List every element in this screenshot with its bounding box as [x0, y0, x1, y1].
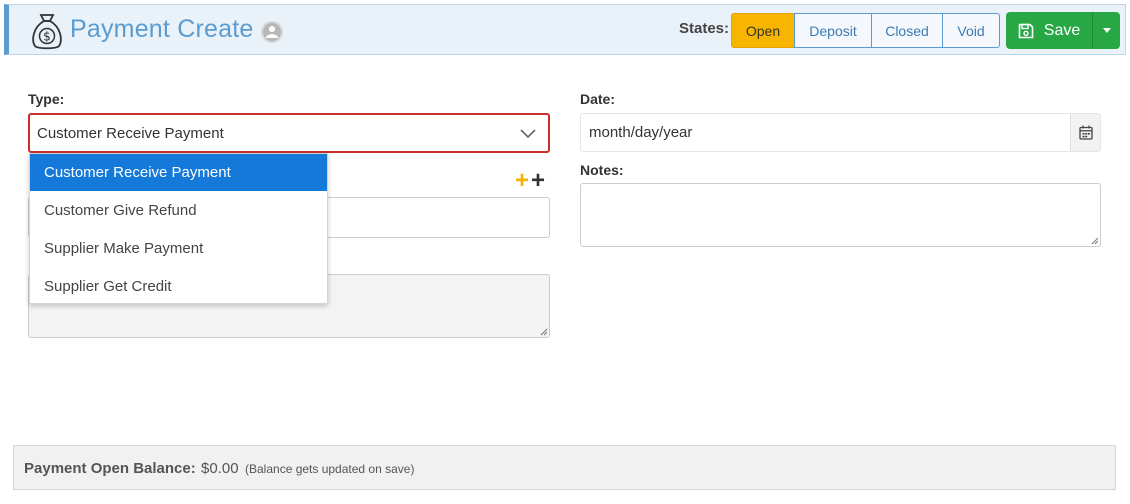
page-header: $ Payment Create States: Open Deposit Cl… — [4, 4, 1126, 55]
money-bag-icon: $ — [32, 14, 62, 50]
date-input[interactable]: month/day/year — [580, 113, 1101, 152]
add-icon[interactable]: + — [531, 167, 545, 194]
balance-amount: $0.00 — [201, 460, 239, 477]
add-buttons: ++ — [515, 169, 545, 193]
resize-handle-icon[interactable] — [1091, 237, 1099, 245]
type-label: Type: — [28, 91, 65, 107]
svg-text:$: $ — [43, 30, 51, 44]
notes-textarea[interactable] — [580, 183, 1101, 247]
state-open-button[interactable]: Open — [731, 13, 795, 48]
caret-down-icon — [1102, 27, 1111, 33]
option-customer-receive-payment[interactable]: Customer Receive Payment — [30, 154, 327, 191]
save-button[interactable]: Save — [1006, 12, 1092, 49]
state-closed-button[interactable]: Closed — [871, 13, 943, 48]
option-supplier-make-payment[interactable]: Supplier Make Payment — [30, 229, 327, 267]
save-button-group: Save — [1006, 12, 1120, 49]
balance-label: Payment Open Balance: — [24, 460, 196, 477]
calendar-icon — [1078, 125, 1093, 140]
type-select-value: Customer Receive Payment — [37, 125, 224, 142]
save-label: Save — [1043, 21, 1081, 39]
option-customer-give-refund[interactable]: Customer Give Refund — [30, 191, 327, 229]
date-label: Date: — [580, 91, 616, 107]
type-select[interactable]: Customer Receive Payment — [28, 113, 550, 153]
balance-note: (Balance gets updated on save) — [245, 462, 415, 476]
state-void-button[interactable]: Void — [942, 13, 1000, 48]
option-supplier-get-credit[interactable]: Supplier Get Credit — [30, 267, 327, 305]
balance-bar: Payment Open Balance: $0.00 (Balance get… — [13, 445, 1116, 490]
type-dropdown-menu: Customer Receive Payment Customer Give R… — [29, 153, 328, 304]
floppy-disk-icon — [1018, 23, 1034, 38]
user-circle-icon[interactable] — [261, 21, 283, 43]
notes-label: Notes: — [580, 162, 624, 178]
state-deposit-button[interactable]: Deposit — [794, 13, 872, 48]
date-placeholder: month/day/year — [589, 124, 693, 141]
save-options-toggle[interactable] — [1092, 12, 1120, 49]
states-label: States: — [679, 20, 730, 37]
state-button-group: Open Deposit Closed Void — [731, 13, 1000, 48]
chevron-down-icon — [520, 129, 536, 139]
resize-handle-icon[interactable] — [540, 328, 548, 336]
page-title: Payment Create — [70, 15, 254, 43]
add-new-icon[interactable]: + — [515, 167, 529, 194]
calendar-button[interactable] — [1070, 114, 1100, 151]
